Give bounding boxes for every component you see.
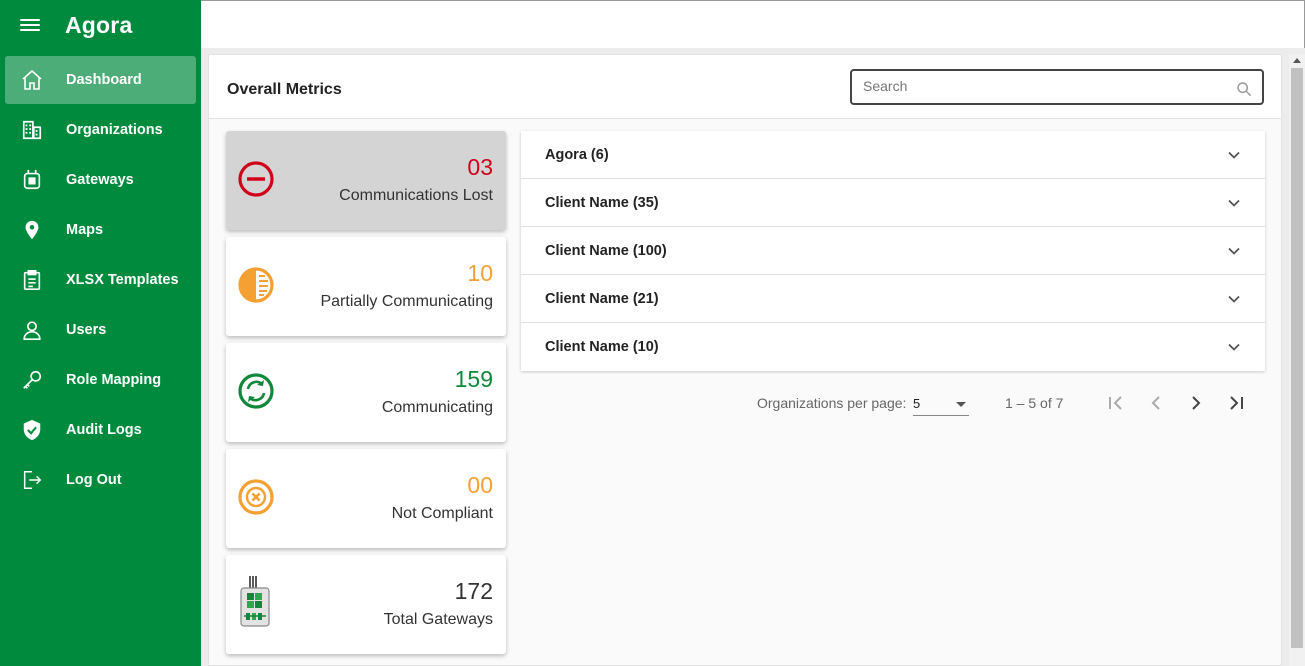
metric-value: 172 bbox=[454, 578, 493, 604]
previous-page-button[interactable] bbox=[1144, 391, 1168, 415]
sidebar-item-users[interactable]: Users bbox=[5, 306, 196, 354]
scrollbar[interactable] bbox=[1289, 54, 1305, 666]
metric-card-communicating[interactable]: 159 Communicating bbox=[226, 343, 506, 442]
first-page-icon bbox=[1109, 396, 1122, 410]
metric-label: Not Compliant bbox=[391, 505, 493, 522]
per-page-select[interactable]: 5 bbox=[913, 392, 969, 416]
sidebar-nav: Dashboard Organizations Gateways Maps XL… bbox=[0, 56, 201, 504]
chevron-down-icon bbox=[1228, 295, 1240, 303]
chevron-down-icon bbox=[1228, 151, 1240, 159]
brand: Agora bbox=[0, 0, 201, 50]
sidebar-item-label: Audit Logs bbox=[66, 422, 142, 438]
shield-check-icon bbox=[19, 417, 45, 443]
sidebar-item-label: Log Out bbox=[66, 472, 122, 488]
sidebar-item-label: Users bbox=[66, 322, 107, 338]
sidebar-item-label: Organizations bbox=[66, 122, 163, 138]
sidebar-item-role-mapping[interactable]: Role Mapping bbox=[5, 356, 196, 404]
last-page-icon bbox=[1230, 396, 1243, 410]
metric-label: Partially Communicating bbox=[320, 293, 493, 310]
sidebar-item-audit-logs[interactable]: Audit Logs bbox=[5, 406, 196, 454]
metric-value: 159 bbox=[454, 366, 493, 392]
metric-card-not-compliant[interactable]: 00 Not Compliant bbox=[226, 449, 506, 548]
search-input[interactable] bbox=[863, 71, 1233, 101]
sidebar-item-xlsx-templates[interactable]: XLSX Templates bbox=[5, 256, 196, 304]
next-page-button[interactable] bbox=[1184, 391, 1208, 415]
chevron-down-icon bbox=[1228, 343, 1240, 351]
sidebar-item-dashboard[interactable]: Dashboard bbox=[5, 56, 196, 104]
top-bar bbox=[201, 0, 1305, 48]
metric-label: Total Gateways bbox=[383, 611, 493, 628]
dropdown-arrow-icon bbox=[956, 402, 966, 407]
gateway-device-icon bbox=[240, 576, 270, 627]
sidebar-item-label: Gateways bbox=[66, 172, 134, 188]
user-icon bbox=[19, 317, 45, 343]
sidebar-item-label: Dashboard bbox=[66, 72, 142, 88]
metric-label: Communicating bbox=[381, 399, 493, 416]
chevron-right-icon bbox=[1192, 396, 1201, 410]
organization-panel[interactable]: Client Name (10) bbox=[521, 323, 1265, 371]
minus-circle-icon bbox=[238, 161, 274, 197]
organization-name: Client Name (35) bbox=[545, 194, 659, 211]
app-title: Agora bbox=[65, 11, 133, 38]
half-circle-icon bbox=[238, 267, 274, 303]
sidebar-item-log-out[interactable]: Log Out bbox=[5, 456, 196, 504]
organization-name: Client Name (100) bbox=[545, 242, 667, 259]
metric-card-total-gateways[interactable]: 172 Total Gateways bbox=[226, 555, 506, 654]
map-pin-icon bbox=[19, 217, 45, 243]
sidebar-item-organizations[interactable]: Organizations bbox=[5, 106, 196, 154]
chevron-left-icon bbox=[1151, 396, 1160, 410]
per-page-label: Organizations per page: bbox=[757, 395, 907, 411]
organization-panel[interactable]: Client Name (21) bbox=[521, 275, 1265, 323]
organization-panel[interactable]: Client Name (35) bbox=[521, 179, 1265, 227]
first-page-button[interactable] bbox=[1104, 391, 1128, 415]
building-icon bbox=[19, 117, 45, 143]
gateway-icon bbox=[19, 167, 45, 193]
clipboard-icon bbox=[19, 267, 45, 293]
organization-name: Client Name (10) bbox=[545, 339, 659, 355]
sidebar-item-label: Maps bbox=[66, 222, 104, 238]
menu-icon[interactable] bbox=[20, 17, 40, 33]
metric-value: 10 bbox=[467, 260, 493, 286]
sidebar: Agora Dashboard Organizations Gateways M… bbox=[0, 0, 201, 666]
last-page-button[interactable] bbox=[1224, 391, 1248, 415]
scroll-thumb[interactable] bbox=[1291, 68, 1303, 648]
page-title: Overall Metrics bbox=[227, 81, 342, 98]
paginator: Organizations per page: 5 1 – 5 of 7 bbox=[757, 388, 1257, 418]
organization-name: Client Name (21) bbox=[545, 290, 659, 307]
metric-card-communications-lost[interactable]: 03 Communications Lost bbox=[226, 131, 506, 230]
metric-label: Communications Lost bbox=[339, 187, 493, 204]
organization-name: Agora (6) bbox=[545, 146, 609, 163]
sidebar-item-gateways[interactable]: Gateways bbox=[5, 156, 196, 204]
home-icon bbox=[19, 67, 45, 93]
sidebar-item-label: XLSX Templates bbox=[66, 272, 179, 288]
organizations-accordion: Agora (6) Client Name (35) Client Name (… bbox=[521, 131, 1265, 371]
organization-panel[interactable]: Client Name (100) bbox=[521, 227, 1265, 275]
sidebar-item-maps[interactable]: Maps bbox=[5, 206, 196, 254]
sync-circle-icon bbox=[238, 373, 274, 409]
chevron-down-icon bbox=[1228, 199, 1240, 207]
page-range: 1 – 5 of 7 bbox=[1005, 395, 1064, 411]
x-circle-icon bbox=[238, 479, 274, 515]
metric-card-partially-communicating[interactable]: 10 Partially Communicating bbox=[226, 237, 506, 336]
metric-value: 03 bbox=[467, 154, 493, 180]
per-page-value: 5 bbox=[913, 396, 921, 411]
metric-value: 00 bbox=[467, 472, 493, 498]
search-box bbox=[850, 69, 1264, 105]
key-icon bbox=[19, 367, 45, 393]
sidebar-item-label: Role Mapping bbox=[66, 372, 162, 388]
organization-panel[interactable]: Agora (6) bbox=[521, 131, 1265, 179]
chevron-down-icon bbox=[1228, 247, 1240, 255]
search-icon[interactable] bbox=[1236, 81, 1252, 97]
panel-header: Overall Metrics bbox=[209, 55, 1281, 119]
scroll-up-icon[interactable] bbox=[1293, 58, 1301, 63]
logout-icon bbox=[19, 467, 45, 493]
